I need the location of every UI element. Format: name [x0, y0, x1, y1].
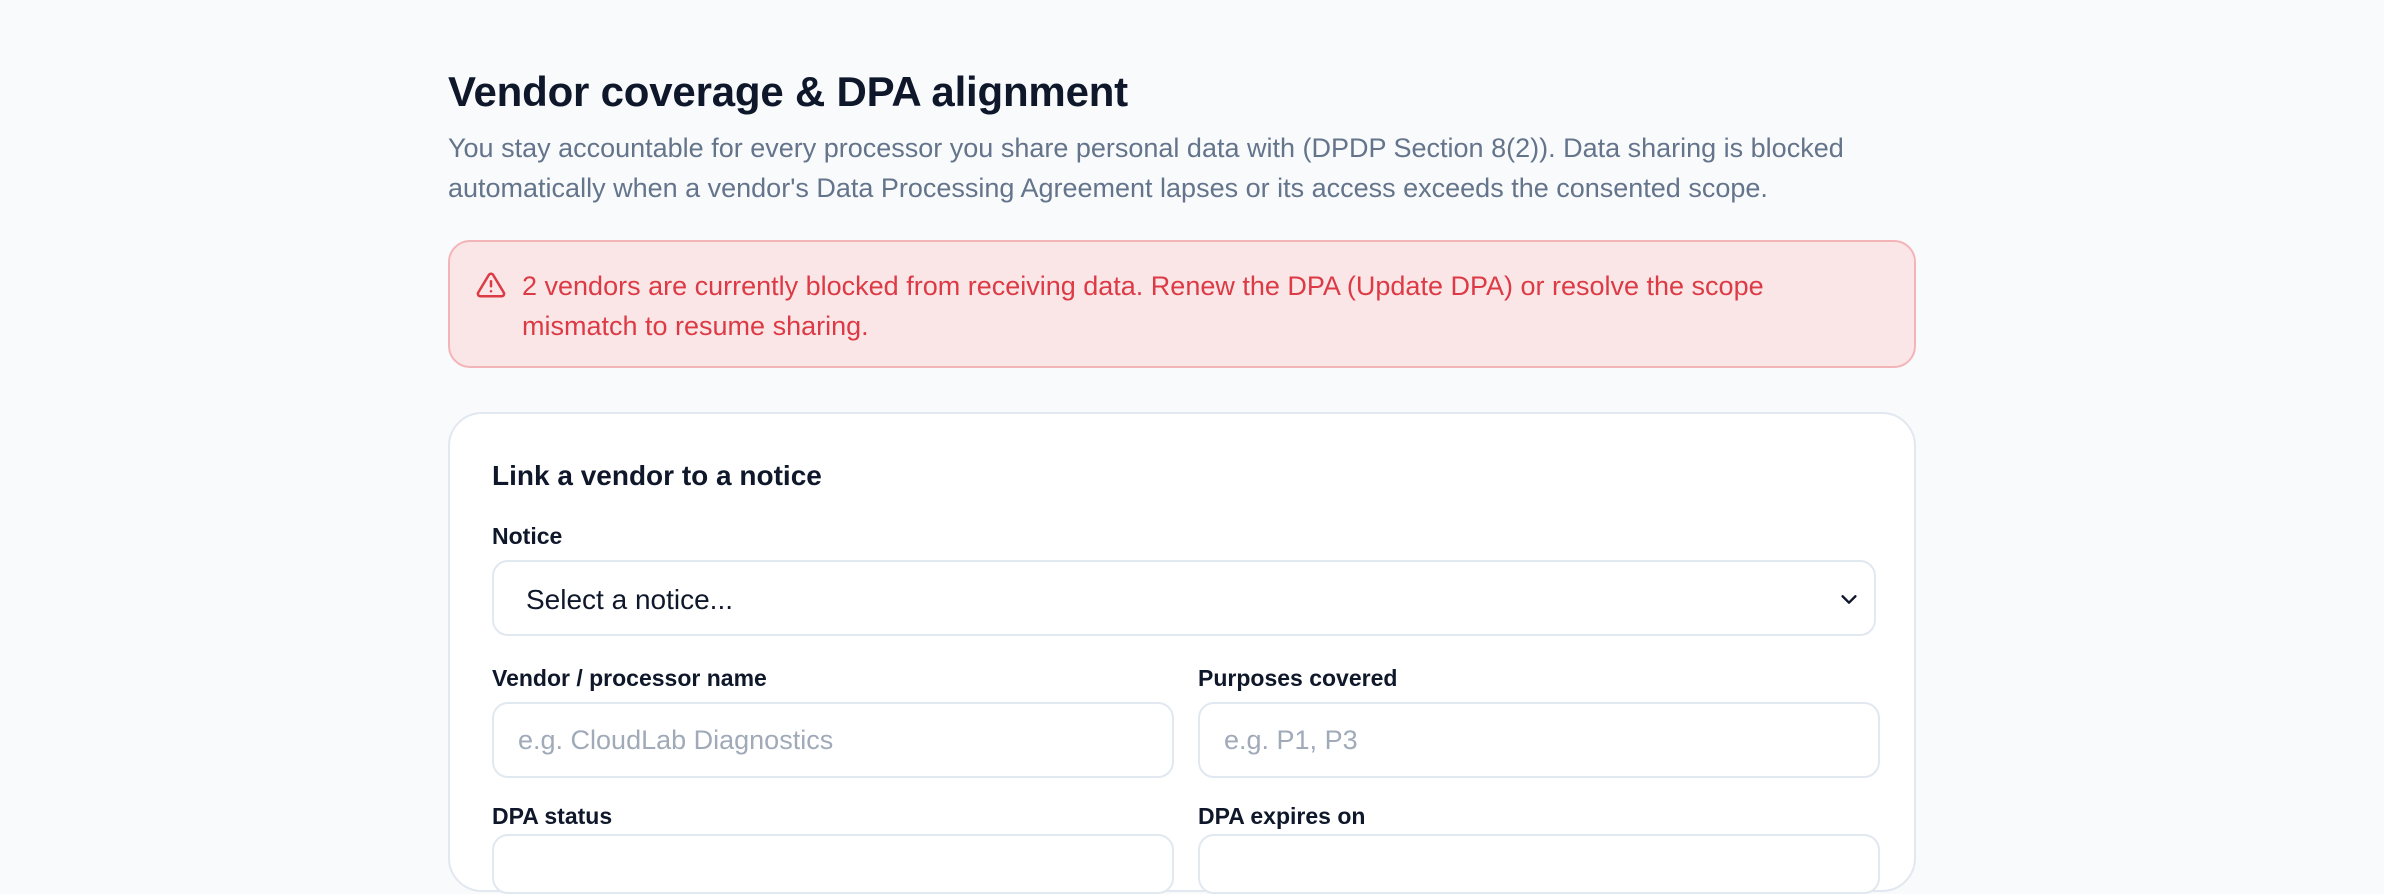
- warning-triangle-icon: [476, 272, 506, 298]
- notice-select[interactable]: Select a notice...: [492, 560, 1876, 636]
- link-vendor-card: Link a vendor to a notice Notice Select …: [448, 412, 1916, 894]
- dpa-expires-input[interactable]: [1198, 834, 1880, 894]
- dpa-status-select[interactable]: [492, 834, 1174, 894]
- alert-message: 2 vendors are currently blocked from rec…: [522, 271, 1764, 341]
- chevron-down-icon: [1841, 595, 1857, 604]
- notice-select-value: Select a notice...: [526, 584, 734, 615]
- page-description: You stay accountable for every processor…: [448, 133, 1844, 203]
- vendor-name-input[interactable]: [492, 702, 1174, 778]
- vendor-name-label: Vendor / processor name: [492, 665, 767, 691]
- blocked-vendors-alert: 2 vendors are currently blocked from rec…: [448, 240, 1916, 368]
- page-title: Vendor coverage & DPA alignment: [448, 68, 1128, 115]
- dpa-status-label: DPA status: [492, 803, 613, 829]
- purposes-input[interactable]: [1198, 702, 1880, 778]
- card-title: Link a vendor to a notice: [492, 460, 822, 491]
- notice-label: Notice: [492, 523, 563, 549]
- purposes-label: Purposes covered: [1198, 665, 1398, 691]
- dpa-expires-label: DPA expires on: [1198, 803, 1366, 829]
